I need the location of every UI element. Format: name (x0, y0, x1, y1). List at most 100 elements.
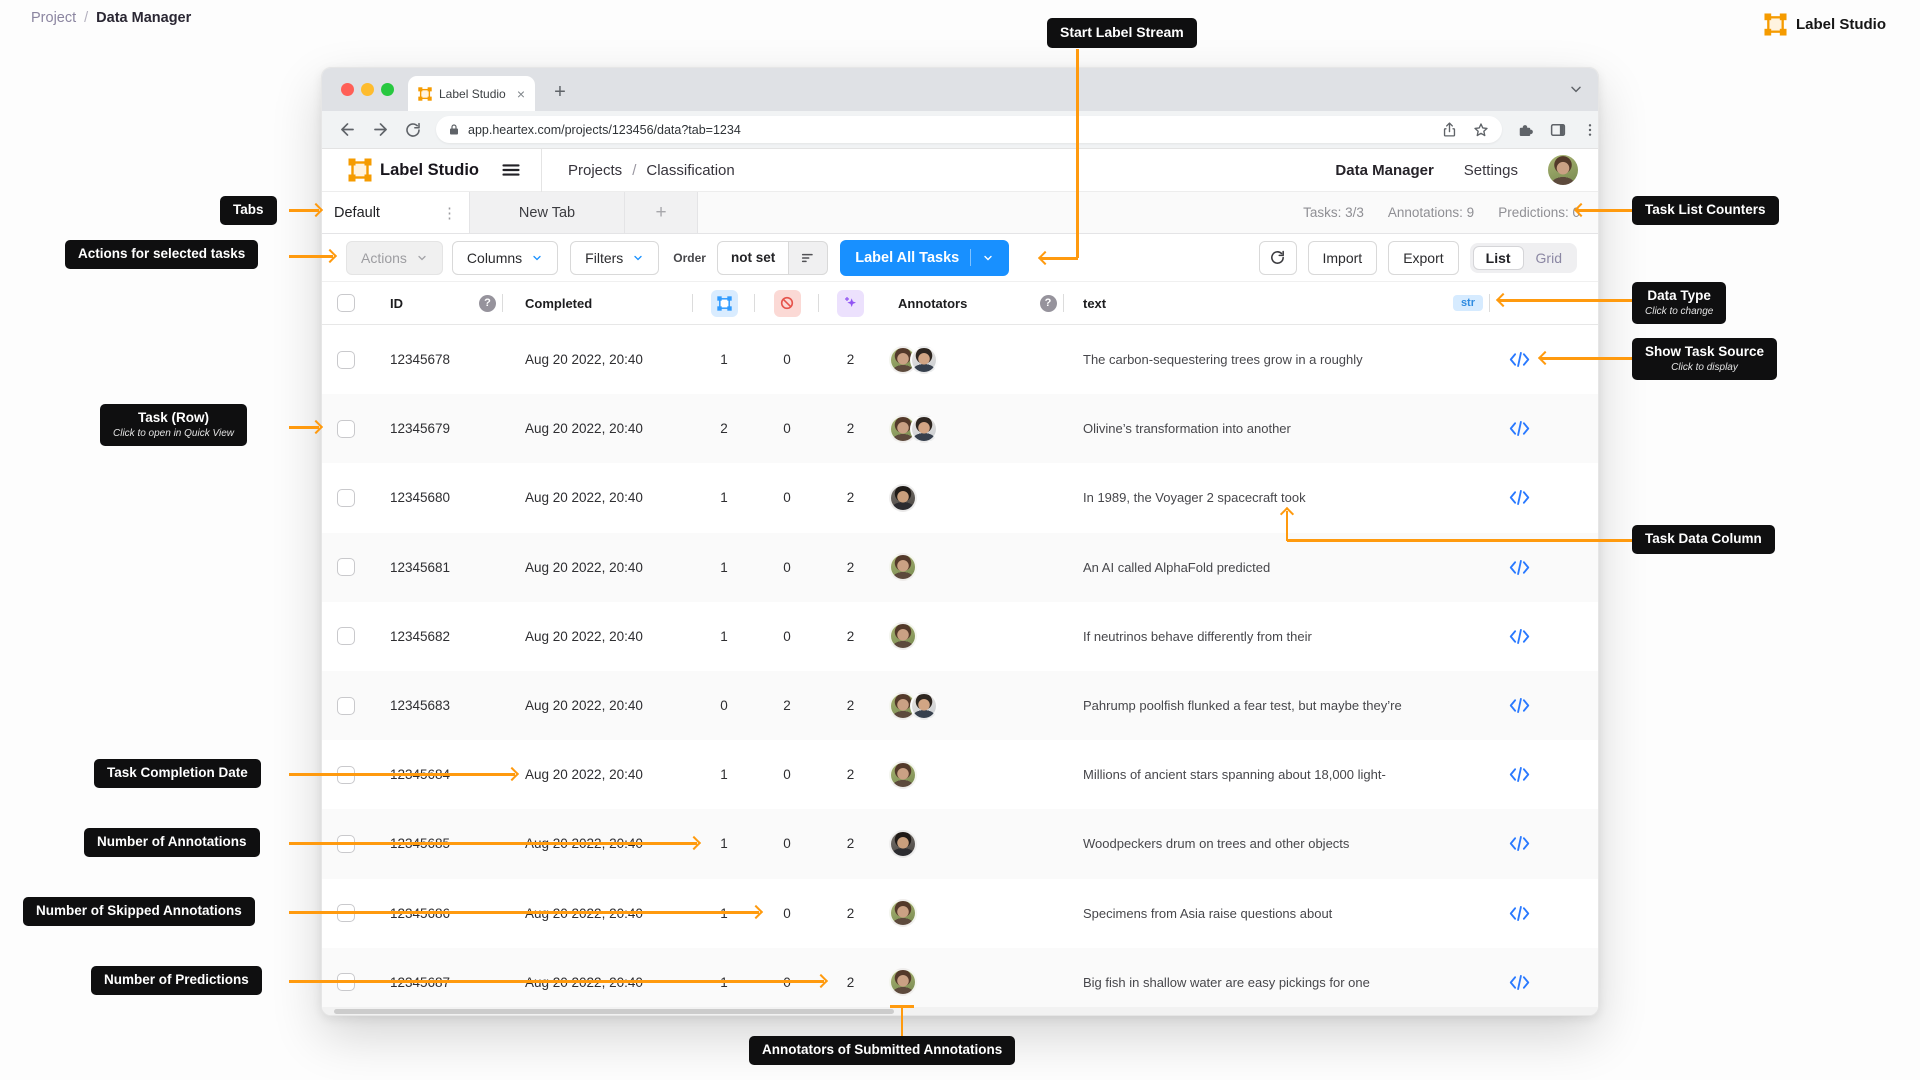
predictions-count: 2 (846, 421, 855, 437)
show-source-code-icon[interactable] (1509, 628, 1530, 645)
show-source-code-icon[interactable] (1509, 489, 1530, 506)
show-source-code-icon[interactable] (1509, 835, 1530, 852)
actions-button[interactable]: Actions (346, 240, 443, 275)
annotations-count: 1 (720, 836, 728, 852)
data-type-badge[interactable]: str (1452, 295, 1483, 311)
view-list-button[interactable]: List (1472, 245, 1524, 270)
show-source-code-icon[interactable] (1509, 351, 1530, 368)
callout-task-list-counters: Task List Counters (1632, 196, 1779, 225)
row-checkbox[interactable] (337, 558, 355, 577)
user-avatar[interactable] (1548, 155, 1578, 185)
close-window-button[interactable] (341, 83, 354, 96)
show-source-code-icon[interactable] (1509, 974, 1530, 991)
callout-num-annotations: Number of Annotations (84, 828, 260, 857)
row-checkbox[interactable] (337, 419, 355, 438)
annotator-avatar[interactable] (889, 553, 917, 582)
predictions-count: 2 (846, 905, 855, 921)
annotator-avatar[interactable] (910, 414, 938, 443)
column-id[interactable]: ID (370, 282, 472, 324)
sort-direction-button[interactable] (789, 240, 829, 275)
table-row[interactable]: 12345679 Aug 20 2022, 20:40 2 0 2 Olivin… (322, 394, 1598, 464)
dm-tab-default[interactable]: Default ⋮ (322, 192, 470, 233)
tab-options-kebab-icon[interactable]: ⋮ (442, 204, 457, 222)
row-checkbox[interactable] (337, 627, 355, 646)
url-field[interactable]: app.heartex.com/projects/123456/data?tab… (436, 116, 1502, 143)
reload-icon[interactable] (404, 121, 422, 139)
dm-tab-add-button[interactable]: + (625, 192, 698, 233)
nav-settings[interactable]: Settings (1464, 162, 1518, 179)
maximize-window-button[interactable] (381, 83, 394, 96)
annotator-avatar[interactable] (889, 622, 917, 651)
tab-search-chevron-icon[interactable] (1568, 81, 1584, 102)
annotators-cell (882, 533, 1032, 602)
row-checkbox[interactable] (337, 488, 355, 507)
callout-actions: Actions for selected tasks (65, 240, 259, 269)
lock-icon (450, 124, 458, 135)
show-source-code-icon[interactable] (1509, 420, 1530, 437)
label-studio-logo-icon (1764, 13, 1787, 36)
column-text[interactable]: text str (1064, 282, 1490, 324)
annotator-avatar[interactable] (889, 829, 917, 858)
column-annotators[interactable]: Annotators (882, 282, 1032, 324)
callout-tabs: Tabs (220, 196, 277, 225)
new-tab-button[interactable]: + (546, 78, 574, 106)
tab-close-icon[interactable]: × (517, 87, 525, 101)
side-panel-icon[interactable] (1549, 121, 1567, 139)
bookmark-star-icon[interactable] (1472, 121, 1490, 139)
table-row[interactable]: 12345681 Aug 20 2022, 20:40 1 0 2 An AI … (322, 532, 1598, 602)
annotator-avatar[interactable] (889, 483, 917, 512)
back-icon[interactable] (338, 120, 357, 139)
annotations-count: 1 (720, 767, 728, 783)
column-predictions[interactable] (819, 282, 882, 324)
forward-icon[interactable] (371, 120, 390, 139)
row-checkbox[interactable] (337, 350, 355, 369)
column-annotations[interactable] (693, 282, 755, 324)
scrollbar-thumb[interactable] (334, 1008, 894, 1014)
column-skipped[interactable] (755, 282, 819, 324)
label-all-tasks-button[interactable]: Label All Tasks (840, 239, 1010, 276)
table-header: ID ? Completed Annotators ? text str (322, 282, 1598, 325)
row-checkbox[interactable] (337, 696, 355, 715)
browser-tab[interactable]: Label Studio × (408, 76, 535, 111)
filters-button[interactable]: Filters (570, 240, 660, 275)
minimize-window-button[interactable] (361, 83, 374, 96)
view-grid-button[interactable]: Grid (1524, 247, 1574, 269)
show-source-code-icon[interactable] (1509, 697, 1530, 714)
share-icon[interactable] (1441, 121, 1458, 138)
show-source-code-icon[interactable] (1509, 905, 1530, 922)
annotator-avatar[interactable] (910, 345, 938, 374)
import-button[interactable]: Import (1307, 240, 1378, 275)
annotator-avatar[interactable] (910, 691, 938, 720)
task-id: 12345682 (390, 628, 451, 644)
table-row[interactable]: 12345682 Aug 20 2022, 20:40 1 0 2 If neu… (322, 601, 1598, 671)
select-all-checkbox[interactable] (337, 294, 355, 312)
annotators-cell (882, 809, 1032, 878)
hamburger-menu-icon[interactable] (501, 160, 521, 180)
extensions-puzzle-icon[interactable] (1516, 121, 1534, 139)
columns-button[interactable]: Columns (451, 240, 559, 275)
help-icon[interactable]: ? (1039, 294, 1057, 312)
browser-menu-kebab-icon[interactable] (1582, 122, 1598, 138)
help-icon[interactable]: ? (479, 294, 496, 312)
counter-annotations: Annotations: 9 (1387, 205, 1475, 220)
show-source-code-icon[interactable] (1509, 766, 1530, 783)
export-button[interactable]: Export (1388, 240, 1459, 275)
annotations-column-icon (710, 289, 738, 317)
nav-data-manager[interactable]: Data Manager (1335, 162, 1433, 179)
annotator-avatar[interactable] (889, 968, 917, 997)
breadcrumb-projects-link[interactable]: Projects (568, 162, 622, 179)
table-row[interactable]: 12345680 Aug 20 2022, 20:40 1 0 2 In 198… (322, 463, 1598, 533)
refresh-button[interactable] (1258, 240, 1297, 275)
column-completed[interactable]: Completed (503, 282, 693, 324)
predictions-count: 2 (846, 628, 855, 644)
dm-tab-new[interactable]: New Tab (470, 192, 625, 233)
table-row[interactable]: 12345678 Aug 20 2022, 20:40 1 0 2 The ca… (322, 325, 1598, 395)
breadcrumb-project[interactable]: Project (31, 10, 76, 26)
annotator-avatar[interactable] (889, 899, 917, 928)
show-source-code-icon[interactable] (1509, 559, 1530, 576)
table-row[interactable]: 12345683 Aug 20 2022, 20:40 0 2 2 Pahrum… (322, 670, 1598, 741)
chevron-down-icon (418, 255, 426, 260)
order-value-button[interactable]: not set (716, 240, 790, 275)
horizontal-scrollbar[interactable] (322, 1007, 1598, 1015)
annotator-avatar[interactable] (889, 760, 917, 789)
